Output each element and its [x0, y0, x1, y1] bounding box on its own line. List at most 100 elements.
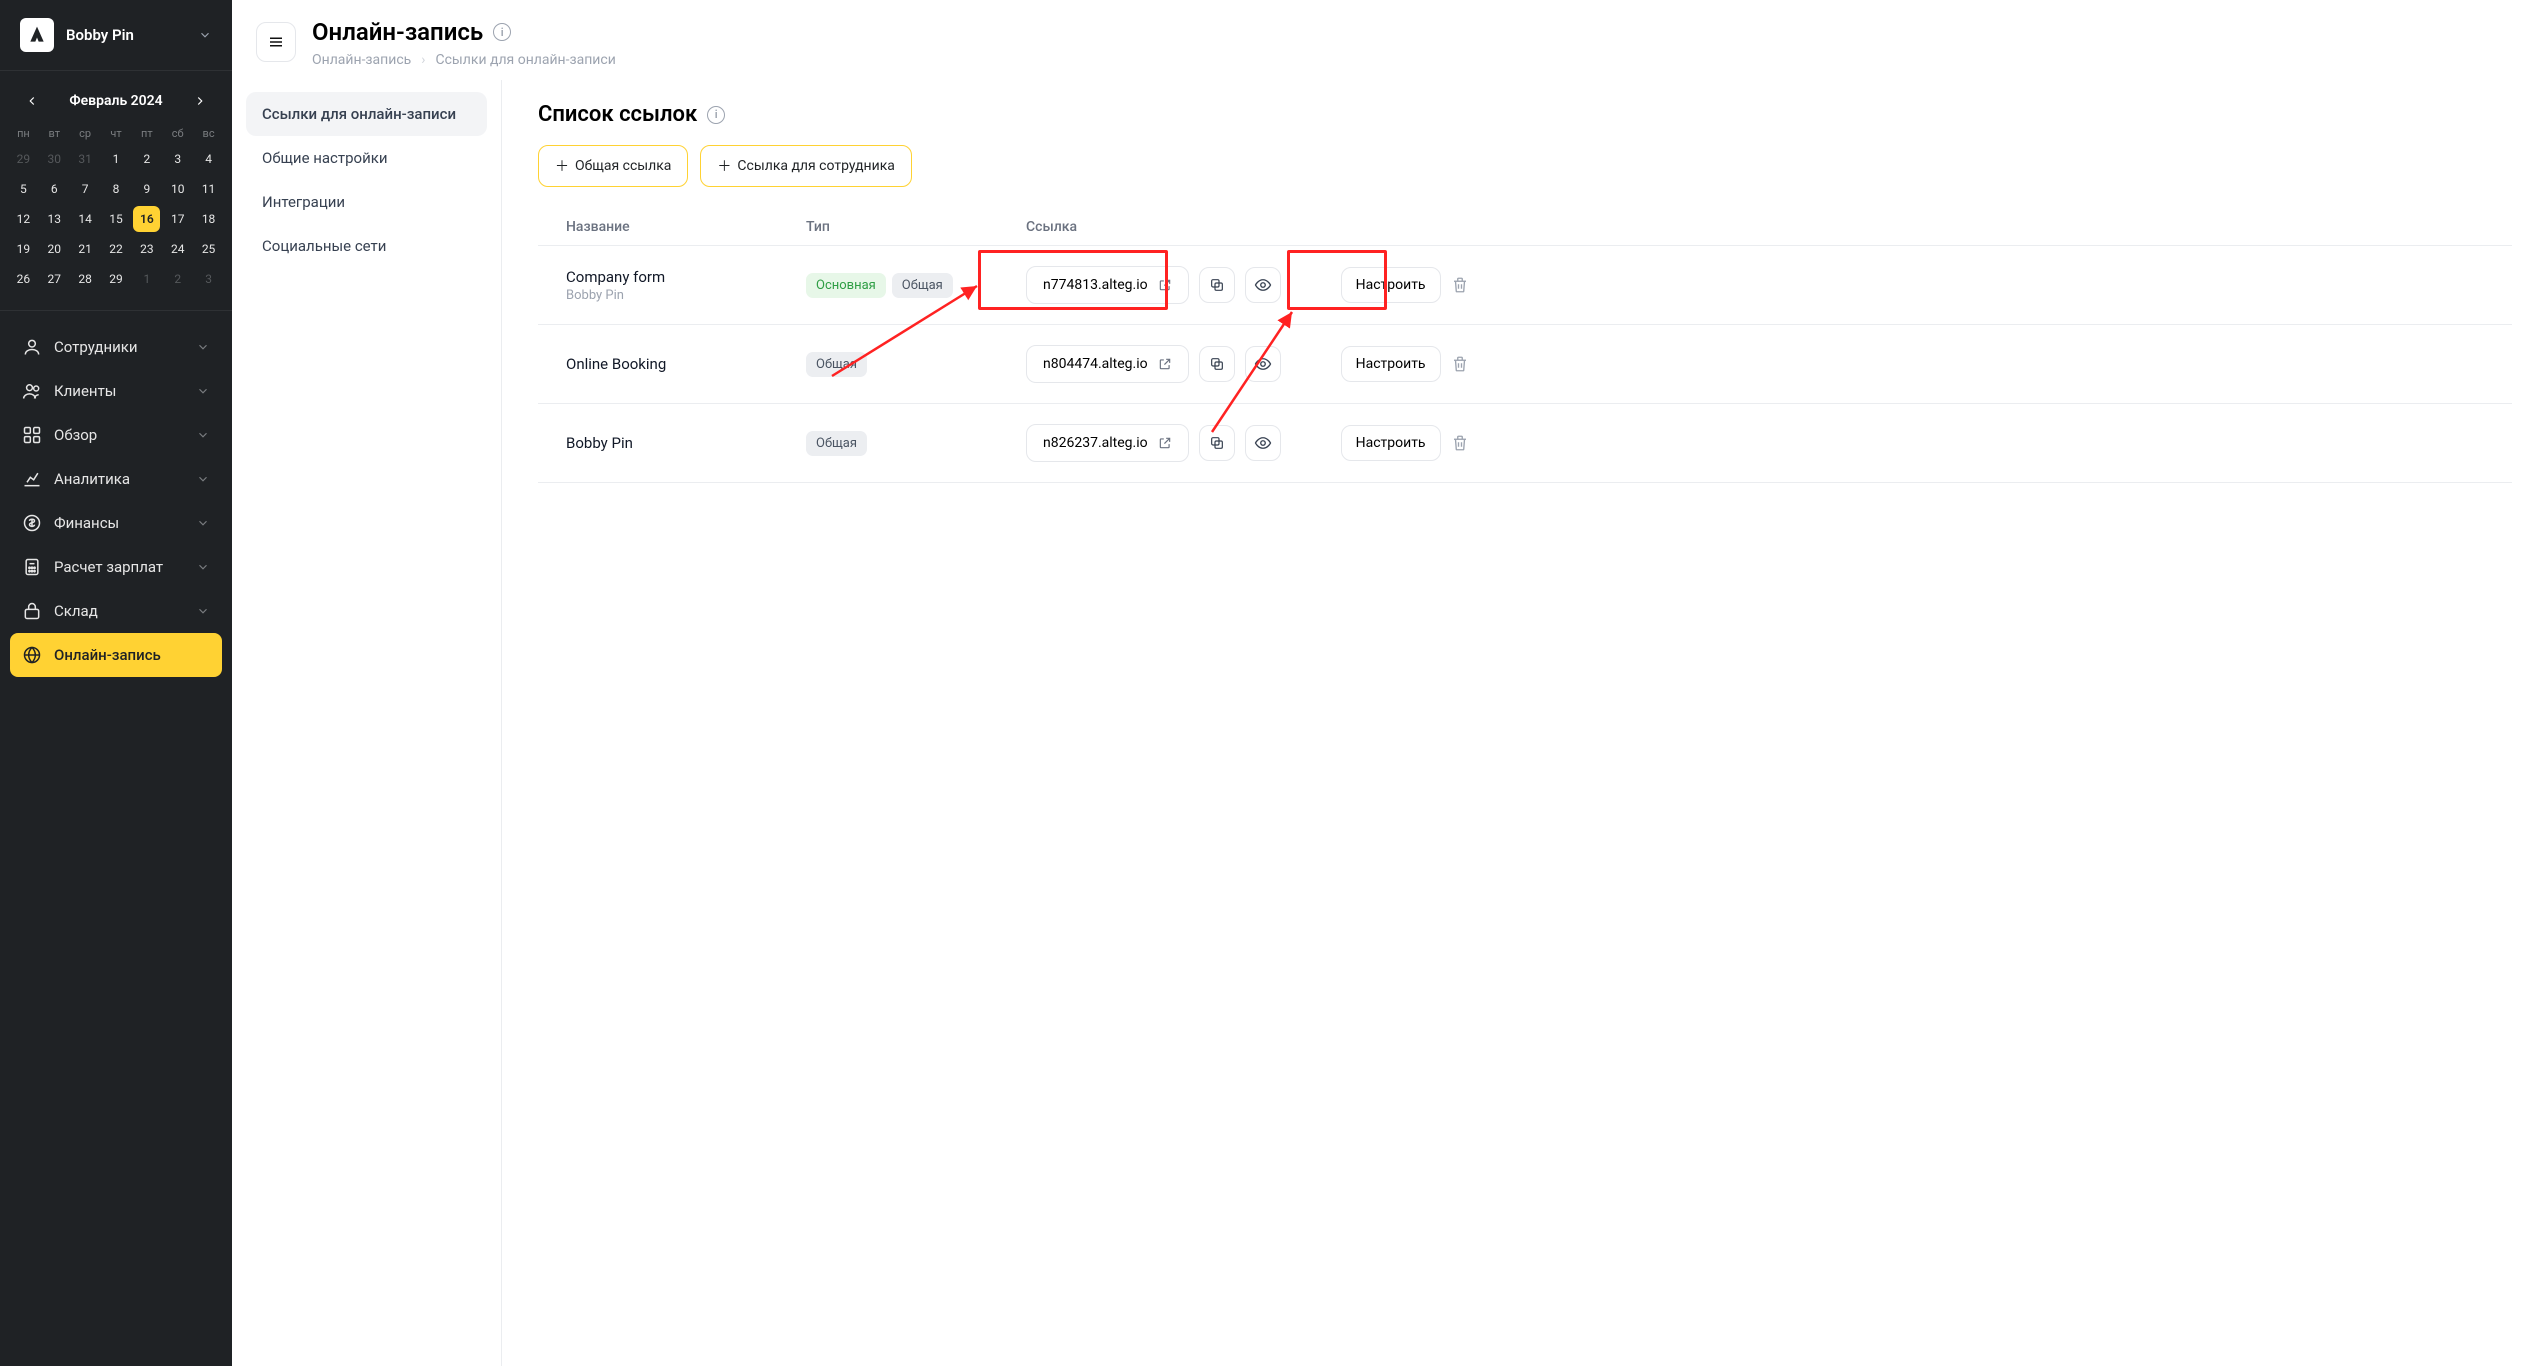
- badge-gray: Общая: [806, 431, 867, 456]
- subnav-item[interactable]: Ссылки для онлайн-записи: [246, 92, 487, 136]
- nav-item-people[interactable]: Клиенты: [10, 369, 222, 413]
- cal-day[interactable]: 8: [103, 176, 130, 202]
- cal-day[interactable]: 13: [41, 206, 68, 232]
- users-icon: [22, 337, 42, 357]
- chevron-right-icon: ›: [421, 52, 425, 68]
- settings-button[interactable]: Настроить: [1341, 425, 1441, 461]
- cal-day[interactable]: 2: [133, 146, 160, 172]
- cal-day[interactable]: 22: [103, 236, 130, 262]
- copy-button[interactable]: [1199, 346, 1235, 382]
- link-name: Company form: [566, 268, 806, 286]
- nav-item-lock[interactable]: Склад: [10, 589, 222, 633]
- link-open-button[interactable]: n774813.alteg.io: [1026, 266, 1189, 304]
- nav-item-calc[interactable]: Расчет зарплат: [10, 545, 222, 589]
- subnav-item[interactable]: Интеграции: [246, 180, 487, 224]
- nav-item-globe[interactable]: Онлайн-запись: [10, 633, 222, 677]
- delete-button[interactable]: [1451, 276, 1469, 294]
- cal-day[interactable]: 2: [164, 266, 191, 292]
- link-url: n804474.alteg.io: [1043, 356, 1148, 372]
- cal-day[interactable]: 5: [10, 176, 37, 202]
- badge-gray: Общая: [806, 352, 867, 377]
- delete-button[interactable]: [1451, 434, 1469, 452]
- cal-day[interactable]: 14: [72, 206, 99, 232]
- cal-day[interactable]: 26: [10, 266, 37, 292]
- copy-button[interactable]: [1199, 267, 1235, 303]
- lock-icon: [22, 601, 42, 621]
- info-icon[interactable]: i: [707, 106, 725, 124]
- cal-day[interactable]: 7: [72, 176, 99, 202]
- cal-day[interactable]: 4: [195, 146, 222, 172]
- actions-row: ＋ Общая ссылка ＋ Ссылка для сотрудника: [538, 145, 2512, 187]
- cal-title: Февраль 2024: [69, 93, 162, 109]
- link-open-button[interactable]: n804474.alteg.io: [1026, 345, 1189, 383]
- preview-button[interactable]: [1245, 425, 1281, 461]
- badges: Общая: [806, 352, 1026, 377]
- cal-day[interactable]: 1: [133, 266, 160, 292]
- link-name: Bobby Pin: [566, 434, 806, 452]
- cal-day[interactable]: 17: [164, 206, 191, 232]
- nav-item-dollar[interactable]: Финансы: [10, 501, 222, 545]
- settings-button[interactable]: Настроить: [1341, 267, 1441, 303]
- cal-day[interactable]: 28: [72, 266, 99, 292]
- cal-day[interactable]: 29: [10, 146, 37, 172]
- cal-day[interactable]: 31: [72, 146, 99, 172]
- cal-next[interactable]: [188, 89, 212, 113]
- preview-button[interactable]: [1245, 267, 1281, 303]
- table-row: Company formBobby PinОсновнаяОбщаяn77481…: [538, 246, 2512, 325]
- copy-button[interactable]: [1199, 425, 1235, 461]
- burger-button[interactable]: [256, 22, 296, 62]
- badges: Общая: [806, 431, 1026, 456]
- crumb-1[interactable]: Онлайн-запись: [312, 52, 411, 68]
- cal-day[interactable]: 27: [41, 266, 68, 292]
- nav-item-chart[interactable]: Аналитика: [10, 457, 222, 501]
- crumb-2: Ссылки для онлайн-записи: [435, 52, 615, 68]
- sidebar: Bobby Pin Февраль 2024 пнвтсрчтптсбвс 29…: [0, 0, 232, 1366]
- cal-day[interactable]: 9: [133, 176, 160, 202]
- cal-day[interactable]: 11: [195, 176, 222, 202]
- preview-button[interactable]: [1245, 346, 1281, 382]
- cal-day[interactable]: 18: [195, 206, 222, 232]
- cal-day[interactable]: 15: [103, 206, 130, 232]
- settings-button[interactable]: Настроить: [1341, 346, 1441, 382]
- cal-day[interactable]: 3: [164, 146, 191, 172]
- subnav-item[interactable]: Социальные сети: [246, 224, 487, 268]
- cal-dow: пт: [133, 121, 160, 146]
- cal-day[interactable]: 29: [103, 266, 130, 292]
- cal-day[interactable]: 23: [133, 236, 160, 262]
- cal-day[interactable]: 20: [41, 236, 68, 262]
- subnav-item[interactable]: Общие настройки: [246, 136, 487, 180]
- grid-icon: [22, 425, 42, 445]
- cal-day[interactable]: 24: [164, 236, 191, 262]
- delete-button[interactable]: [1451, 355, 1469, 373]
- nav-label: Обзор: [54, 426, 97, 444]
- nav-label: Сотрудники: [54, 338, 138, 356]
- cal-day[interactable]: 21: [72, 236, 99, 262]
- page-title-text: Онлайн-запись: [312, 18, 483, 46]
- external-link-icon: [1158, 357, 1172, 371]
- link-open-button[interactable]: n826237.alteg.io: [1026, 424, 1189, 462]
- cal-day[interactable]: 16: [133, 206, 160, 232]
- cal-day[interactable]: 1: [103, 146, 130, 172]
- table-row: Bobby PinОбщая n826237.alteg.io Настроить: [538, 404, 2512, 483]
- cal-prev[interactable]: [20, 89, 44, 113]
- cal-day[interactable]: 25: [195, 236, 222, 262]
- add-staff-label: Ссылка для сотрудника: [737, 158, 894, 174]
- add-shared-link-button[interactable]: ＋ Общая ссылка: [538, 145, 688, 187]
- content: Ссылки для онлайн-записиОбщие настройкиИ…: [232, 80, 2548, 1366]
- nav-list: Сотрудники Клиенты Обзор Аналитика ФинансыРа…: [0, 311, 232, 1366]
- cal-day[interactable]: 30: [41, 146, 68, 172]
- brand-switcher[interactable]: Bobby Pin: [0, 0, 232, 70]
- cal-day[interactable]: 6: [41, 176, 68, 202]
- info-icon[interactable]: i: [493, 23, 511, 41]
- nav-item-users[interactable]: Сотрудники: [10, 325, 222, 369]
- nav-item-grid[interactable]: Обзор: [10, 413, 222, 457]
- cal-day[interactable]: 10: [164, 176, 191, 202]
- page-title: Онлайн-запись i: [312, 18, 616, 46]
- link-url: n774813.alteg.io: [1043, 277, 1148, 293]
- add-staff-link-button[interactable]: ＋ Ссылка для сотрудника: [700, 145, 911, 187]
- link-sub: Bobby Pin: [566, 288, 806, 303]
- nav-label: Аналитика: [54, 470, 130, 488]
- cal-day[interactable]: 3: [195, 266, 222, 292]
- cal-day[interactable]: 19: [10, 236, 37, 262]
- cal-day[interactable]: 12: [10, 206, 37, 232]
